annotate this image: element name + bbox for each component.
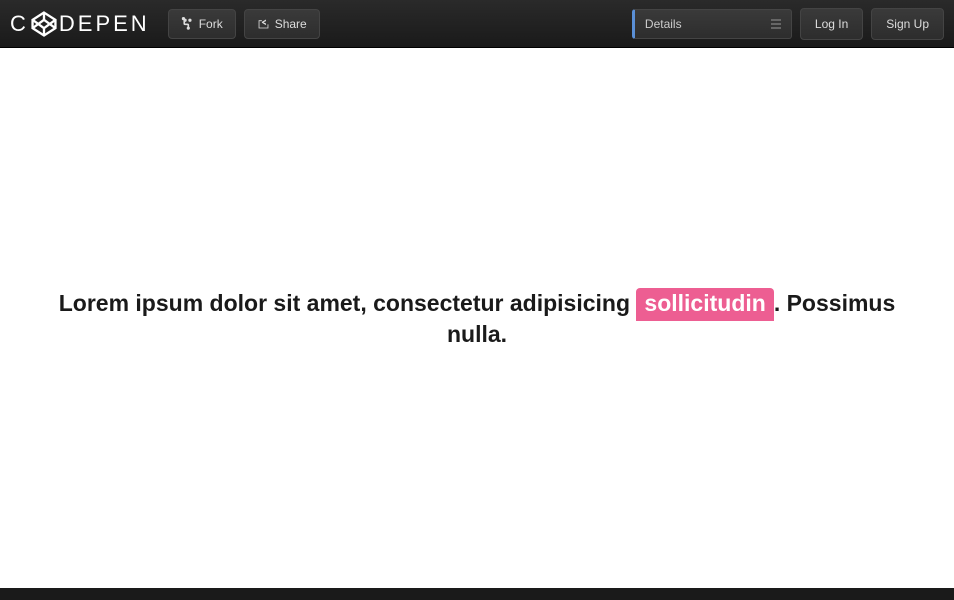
demo-text-before: Lorem ipsum dolor sit amet, consectetur …: [59, 290, 637, 316]
share-button[interactable]: Share: [244, 9, 320, 39]
fork-button[interactable]: Fork: [168, 9, 236, 39]
details-label: Details: [645, 17, 682, 31]
menu-icon: [771, 19, 781, 29]
demo-highlight: sollicitudin: [636, 288, 773, 321]
share-icon: [257, 17, 270, 30]
share-label: Share: [275, 17, 307, 31]
codepen-logo-icon: [31, 11, 57, 37]
fork-icon: [181, 17, 194, 30]
signup-button[interactable]: Sign Up: [871, 8, 944, 40]
details-dropdown[interactable]: Details: [632, 9, 792, 39]
codepen-logo[interactable]: C DEPEN: [10, 11, 150, 37]
logo-text-prefix: C: [10, 11, 29, 37]
fork-label: Fork: [199, 17, 223, 31]
app-header: C DEPEN Fork Share Details Log In Sign U…: [0, 0, 954, 48]
pen-output: Lorem ipsum dolor sit amet, consectetur …: [0, 48, 954, 588]
demo-paragraph: Lorem ipsum dolor sit amet, consectetur …: [40, 288, 914, 348]
login-label: Log In: [815, 17, 848, 31]
footer-bar: [0, 588, 954, 600]
login-button[interactable]: Log In: [800, 8, 863, 40]
logo-text-suffix: DEPEN: [59, 11, 150, 37]
signup-label: Sign Up: [886, 17, 929, 31]
